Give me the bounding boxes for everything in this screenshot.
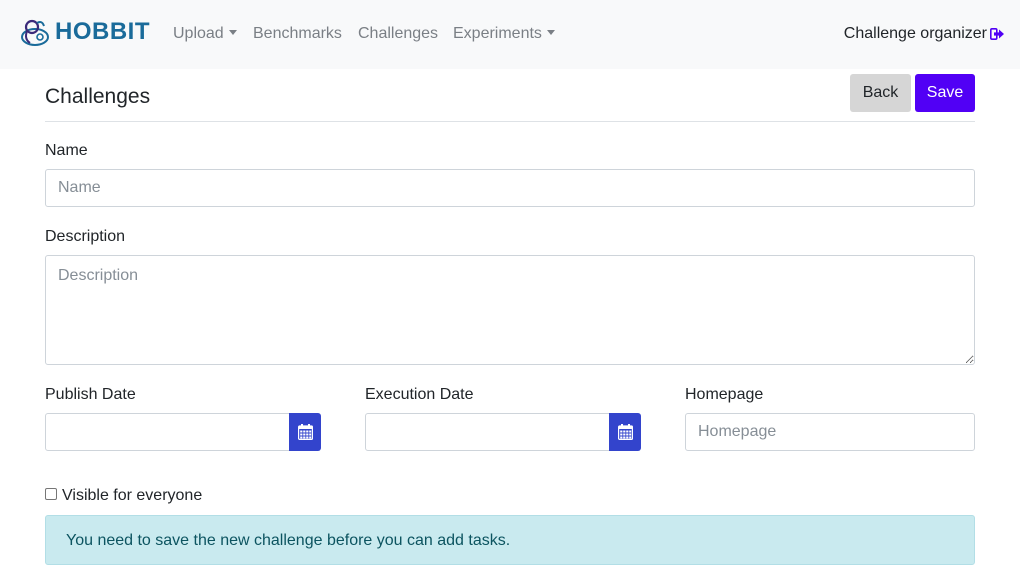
sign-out-icon[interactable] bbox=[990, 28, 1004, 40]
execution-date-calendar-button[interactable] bbox=[609, 413, 641, 451]
nav-upload[interactable]: Upload bbox=[173, 24, 237, 44]
description-label: Description bbox=[45, 228, 126, 245]
user-menu[interactable]: Challenge organizer bbox=[844, 24, 1004, 44]
nav-benchmarks[interactable]: Benchmarks bbox=[253, 24, 342, 44]
publish-date-calendar-button[interactable] bbox=[289, 413, 321, 451]
navbar: HOBBIT Upload Benchmarks Challenges Expe… bbox=[0, 0, 1020, 69]
user-name: Challenge organizer bbox=[843, 25, 987, 42]
divider bbox=[45, 121, 975, 122]
execution-date-input[interactable] bbox=[365, 413, 610, 451]
calendar-icon bbox=[617, 424, 633, 440]
page-title: Challenges bbox=[45, 85, 151, 108]
name-input[interactable] bbox=[45, 169, 975, 207]
publish-date-label: Publish Date bbox=[45, 386, 136, 403]
caret-down-icon bbox=[546, 30, 555, 35]
back-button[interactable]: Back bbox=[850, 74, 911, 112]
nav-experiments-label: Experiments bbox=[453, 25, 542, 42]
brand-name: HOBBIT bbox=[55, 18, 150, 45]
save-button[interactable]: Save bbox=[915, 74, 975, 112]
alert-text: You need to save the new challenge befor… bbox=[66, 532, 511, 549]
hobbit-logo-icon bbox=[21, 19, 49, 46]
caret-down-icon bbox=[228, 30, 237, 35]
homepage-input[interactable] bbox=[685, 413, 975, 451]
nav-challenges[interactable]: Challenges bbox=[358, 24, 438, 44]
visible-checkbox[interactable] bbox=[45, 488, 57, 500]
brand[interactable]: HOBBIT bbox=[20, 16, 150, 48]
calendar-icon bbox=[297, 424, 313, 440]
homepage-label: Homepage bbox=[685, 386, 764, 403]
nav-upload-label: Upload bbox=[173, 25, 224, 42]
nav-challenges-label: Challenges bbox=[358, 25, 439, 42]
nav-experiments[interactable]: Experiments bbox=[453, 24, 555, 44]
nav-benchmarks-label: Benchmarks bbox=[253, 25, 342, 42]
name-label: Name bbox=[45, 142, 88, 159]
info-alert: You need to save the new challenge befor… bbox=[45, 515, 975, 565]
publish-date-input[interactable] bbox=[45, 413, 290, 451]
description-textarea[interactable] bbox=[45, 255, 975, 365]
visible-checkbox-label[interactable]: Visible for everyone bbox=[62, 486, 202, 506]
execution-date-label: Execution Date bbox=[365, 386, 474, 403]
